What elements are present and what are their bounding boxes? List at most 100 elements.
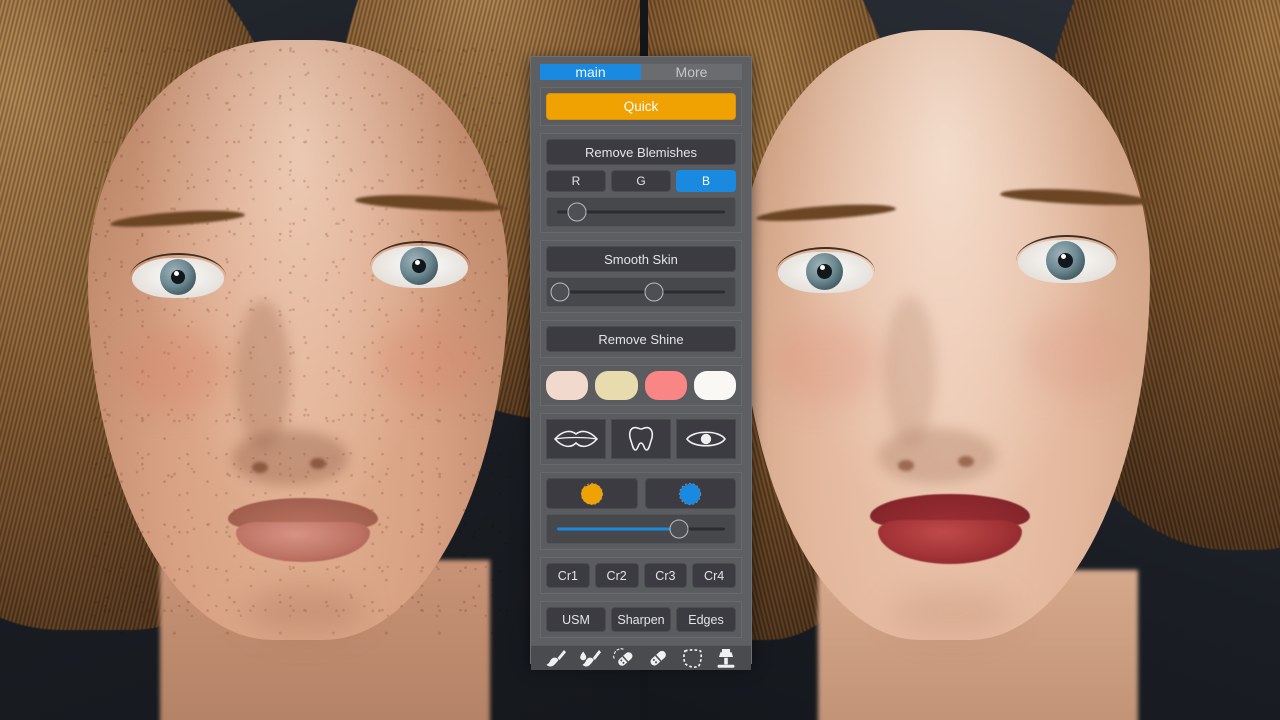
clone-stamp-tool-icon xyxy=(717,648,735,668)
nostril-right xyxy=(310,458,326,469)
channel-row: R G B xyxy=(546,170,736,192)
tab-more[interactable]: More xyxy=(641,64,742,80)
tab-main[interactable]: main xyxy=(540,64,641,80)
healing-brush-tool-button[interactable] xyxy=(646,646,670,670)
chin-shadow xyxy=(891,588,1013,638)
remove-blemishes-button[interactable]: Remove Blemishes xyxy=(546,139,736,165)
tooth-icon xyxy=(628,426,654,451)
dodge-burn-orange-button[interactable] xyxy=(546,478,638,509)
cr1-button[interactable]: Cr1 xyxy=(546,563,590,588)
remove-blemishes-label: Remove Blemishes xyxy=(585,144,697,160)
smooth-skin-slider-knob-b[interactable] xyxy=(644,282,664,302)
remove-shine-label: Remove Shine xyxy=(598,331,684,347)
remove-blemishes-group: Remove Blemishes R G B xyxy=(540,133,742,233)
eye-icon xyxy=(686,431,726,447)
cr3-label: Cr3 xyxy=(655,568,676,583)
edges-button[interactable]: Edges xyxy=(676,607,736,632)
intensity-slider-knob[interactable] xyxy=(669,519,689,539)
channel-g-button[interactable]: G xyxy=(611,170,671,192)
channel-g-label: G xyxy=(636,174,646,188)
lips-button[interactable] xyxy=(546,419,606,459)
lips xyxy=(870,494,1030,566)
channel-b-label: B xyxy=(701,174,710,188)
nose-bridge-shadow xyxy=(884,296,936,446)
sharpen-group: USM Sharpen Edges xyxy=(540,601,742,638)
patch-tool-button[interactable] xyxy=(680,646,704,670)
cheek-right xyxy=(1023,312,1138,397)
teeth-button[interactable] xyxy=(611,419,671,459)
dodge-burn-row xyxy=(546,478,736,509)
lips-icon xyxy=(553,430,599,448)
healing-brush-tool-icon xyxy=(650,650,666,666)
brush-tool-icon xyxy=(546,650,566,667)
smooth-skin-slider[interactable] xyxy=(546,277,736,307)
nose-tip-shadow xyxy=(878,428,996,484)
cheek-right xyxy=(375,320,485,400)
usm-label: USM xyxy=(562,612,590,627)
dodge-burn-blue-button[interactable] xyxy=(644,478,736,509)
spot-healing-tool-button[interactable] xyxy=(612,646,636,670)
dodge-burn-blue-icon xyxy=(679,482,702,505)
usm-button[interactable]: USM xyxy=(546,607,606,632)
quick-button[interactable]: Quick xyxy=(546,93,736,120)
chin-shadow xyxy=(245,586,365,636)
cr4-button[interactable]: Cr4 xyxy=(692,563,736,588)
remove-shine-button[interactable]: Remove Shine xyxy=(546,326,736,352)
swatch-cream[interactable] xyxy=(595,371,638,400)
eyes-button[interactable] xyxy=(676,419,736,459)
feature-icon-row xyxy=(546,419,736,459)
edges-label: Edges xyxy=(688,612,724,627)
quick-button-label: Quick xyxy=(623,99,659,114)
color-swatch-row xyxy=(546,371,736,400)
remove-shine-group: Remove Shine xyxy=(540,320,742,358)
smooth-skin-group: Smooth Skin xyxy=(540,240,742,313)
channel-r-button[interactable]: R xyxy=(546,170,606,192)
cr1-label: Cr1 xyxy=(557,568,578,583)
cheek-left xyxy=(120,330,230,410)
cr-group: Cr1 Cr2 Cr3 Cr4 xyxy=(540,557,742,594)
intensity-slider-fill xyxy=(557,527,677,531)
nose-bridge-shadow xyxy=(236,300,290,450)
channel-b-button[interactable]: B xyxy=(676,170,736,192)
sharpen-button[interactable]: Sharpen xyxy=(611,607,671,632)
screenshot-root: main More Quick Remove Blemishes R G B S… xyxy=(0,0,1280,720)
retouch-panel: main More Quick Remove Blemishes R G B S… xyxy=(530,56,752,670)
feature-icon-group xyxy=(540,413,742,465)
panel-tabs: main More xyxy=(540,64,742,80)
swatch-salmon[interactable] xyxy=(644,371,687,400)
smooth-skin-label: Smooth Skin xyxy=(604,251,678,267)
cr2-button[interactable]: Cr2 xyxy=(594,563,639,588)
lips xyxy=(228,498,378,566)
lower-lip xyxy=(236,522,370,562)
intensity-slider[interactable] xyxy=(546,514,736,544)
nostril-left xyxy=(898,460,914,471)
channel-r-label: R xyxy=(571,174,581,188)
patch-tool-icon xyxy=(682,648,702,668)
nose-tip-shadow xyxy=(232,430,348,486)
clone-stamp-tool-button[interactable] xyxy=(714,646,738,670)
tab-more-label: More xyxy=(675,64,708,80)
quick-group: Quick xyxy=(540,87,742,126)
smooth-skin-slider-track xyxy=(557,290,725,294)
smooth-skin-slider-knob-a[interactable] xyxy=(550,282,570,302)
cr4-label: Cr4 xyxy=(704,568,725,583)
smooth-skin-button[interactable]: Smooth Skin xyxy=(546,246,736,272)
sharpen-label: Sharpen xyxy=(617,612,665,627)
swatch-pale-pink[interactable] xyxy=(546,371,589,400)
tool-strip xyxy=(531,645,751,670)
lower-lip xyxy=(878,520,1022,564)
cr3-button[interactable]: Cr3 xyxy=(643,563,688,588)
smudge-brush-tool-icon xyxy=(580,650,601,667)
sharpen-row: USM Sharpen Edges xyxy=(546,607,736,632)
smudge-brush-tool-button[interactable] xyxy=(578,646,602,670)
blemish-slider[interactable] xyxy=(546,197,736,227)
dodge-burn-group xyxy=(540,472,742,550)
brush-tool-button[interactable] xyxy=(544,646,568,670)
cr-row: Cr1 Cr2 Cr3 Cr4 xyxy=(546,563,736,588)
blemish-slider-knob[interactable] xyxy=(567,202,587,222)
cr2-label: Cr2 xyxy=(606,568,627,583)
dodge-burn-orange-icon xyxy=(580,482,603,505)
spot-healing-tool-icon xyxy=(613,648,633,666)
cheek-left xyxy=(766,320,881,405)
swatch-white[interactable] xyxy=(693,371,736,400)
